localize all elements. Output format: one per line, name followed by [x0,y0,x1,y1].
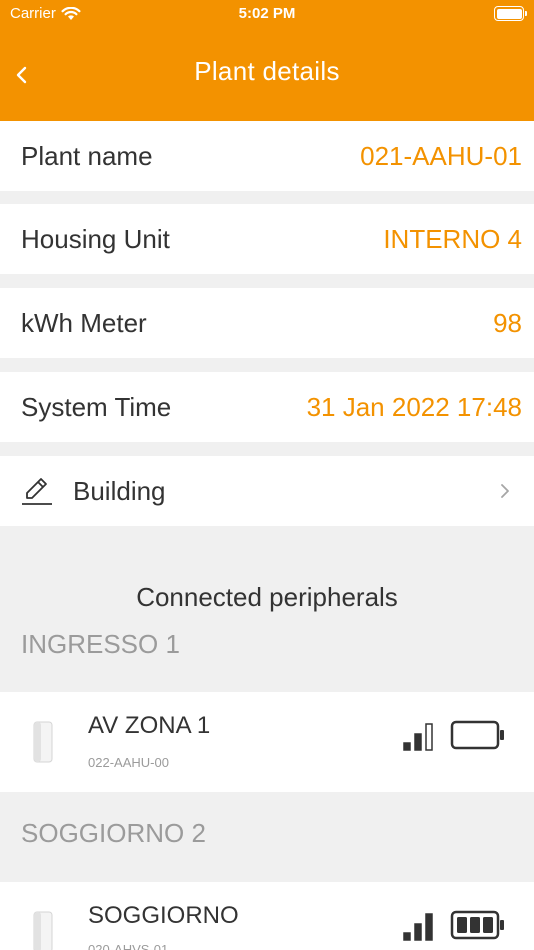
detail-label: Housing Unit [21,223,170,254]
section-title: Connected peripherals [136,582,398,612]
building-label: Building [73,475,166,506]
detail-label: kWh Meter [21,307,147,338]
detail-value: 021-AAHU-01 [360,140,522,171]
device-code: 022-AAHU-00 [88,755,169,770]
page-title: Plant details [194,56,340,86]
detail-value: 31 Jan 2022 17:48 [306,391,522,422]
battery-icon [450,720,504,750]
detail-value: INTERNO 4 [383,223,522,254]
device-row[interactable]: AV ZONA 1 022-AAHU-00 [0,692,534,792]
detail-row-housing-unit: Housing Unit INTERNO 4 [0,204,534,274]
group-label: SOGGIORNO 2 [21,818,206,848]
status-battery-icon [494,6,527,21]
pencil-icon [22,478,52,505]
detail-value: 98 [493,307,522,338]
detail-row-system-time: System Time 31 Jan 2022 17:48 [0,372,534,442]
sensor-device-icon [33,721,53,763]
detail-label: Plant name [21,140,153,171]
nav-header: Carrier 5:02 PM Plant details [0,0,534,121]
device-row[interactable]: SOGGIORNO 020-AHVS-01 [0,882,534,950]
device-name: AV ZONA 1 [88,712,211,739]
battery-icon [450,910,504,940]
detail-row-kwh-meter: kWh Meter 98 [0,288,534,358]
detail-row-plant-name: Plant name 021-AAHU-01 [0,121,534,191]
building-row[interactable]: Building [0,456,534,526]
detail-label: System Time [21,391,172,422]
signal-strength-icon [403,913,433,941]
group-label: INGRESSO 1 [21,629,180,659]
signal-strength-icon [403,723,433,751]
chevron-right-icon [501,484,509,498]
device-code: 020-AHVS-01 [88,942,169,950]
sensor-device-icon [33,911,53,950]
status-bar: Carrier 5:02 PM [0,0,534,30]
clock: 5:02 PM [238,5,296,22]
device-name: SOGGIORNO [88,902,239,929]
